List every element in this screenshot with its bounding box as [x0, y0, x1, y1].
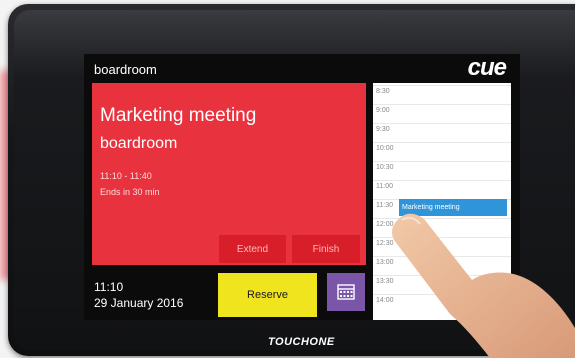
slot-label: 14:00 [376, 297, 394, 304]
time-slot[interactable]: 9:00 [373, 104, 511, 124]
meeting-time: 11:10 - 11:40 [100, 171, 152, 181]
current-date: 29 January 2016 [94, 296, 184, 310]
calendar-button[interactable] [327, 273, 365, 311]
screen: boardroom cue Marketing meeting boardroo… [84, 54, 520, 320]
slot-label: 10:00 [376, 145, 394, 152]
calendar-icon [337, 284, 355, 300]
room-header: boardroom [94, 62, 157, 77]
cue-logo: cue [467, 54, 507, 81]
time-slot[interactable]: 10:30 [373, 161, 511, 181]
time-slot[interactable]: 13:00 [373, 256, 511, 276]
slot-label: 12:30 [376, 240, 394, 247]
time-slot[interactable]: 10:00 [373, 142, 511, 162]
reserve-button[interactable]: Reserve [218, 273, 317, 317]
slot-label: 10:30 [376, 164, 394, 171]
meeting-room: boardroom [100, 135, 178, 152]
time-slot[interactable]: 8:30 [373, 85, 511, 105]
slot-label: 11:30 [376, 202, 393, 209]
meeting-title: Marketing meeting [100, 105, 257, 126]
time-slot[interactable]: 9:30 [373, 123, 511, 143]
slot-label: 9:00 [376, 107, 390, 114]
touch-panel-device: boardroom cue Marketing meeting boardroo… [8, 4, 575, 356]
time-slot[interactable]: 14:00 [373, 294, 511, 314]
scheduled-event[interactable]: Marketing meeting [399, 199, 507, 216]
slot-label: 11:00 [376, 183, 393, 190]
time-slot[interactable]: 12:00 [373, 218, 511, 238]
current-meeting-panel: Marketing meeting boardroom 11:10 - 11:4… [92, 83, 366, 265]
time-slot[interactable]: 13:30 [373, 275, 511, 295]
current-time: 11:10 [94, 280, 124, 294]
slot-label: 9:30 [376, 126, 390, 133]
day-schedule[interactable]: 8:30 9:00 9:30 10:00 10:30 11:00 11:30 1… [373, 83, 511, 320]
slot-label: 13:00 [376, 259, 394, 266]
finish-button[interactable]: Finish [292, 235, 360, 263]
slot-label: 12:00 [376, 221, 394, 228]
extend-button[interactable]: Extend [219, 235, 286, 263]
slot-label: 8:30 [376, 88, 390, 95]
slot-label: 13:30 [376, 278, 394, 285]
device-brand: TOUCHONE [268, 336, 335, 348]
meeting-ends: Ends in 30 min [100, 187, 160, 197]
time-slot[interactable]: 11:00 [373, 180, 511, 200]
time-slot[interactable]: 12:30 [373, 237, 511, 257]
